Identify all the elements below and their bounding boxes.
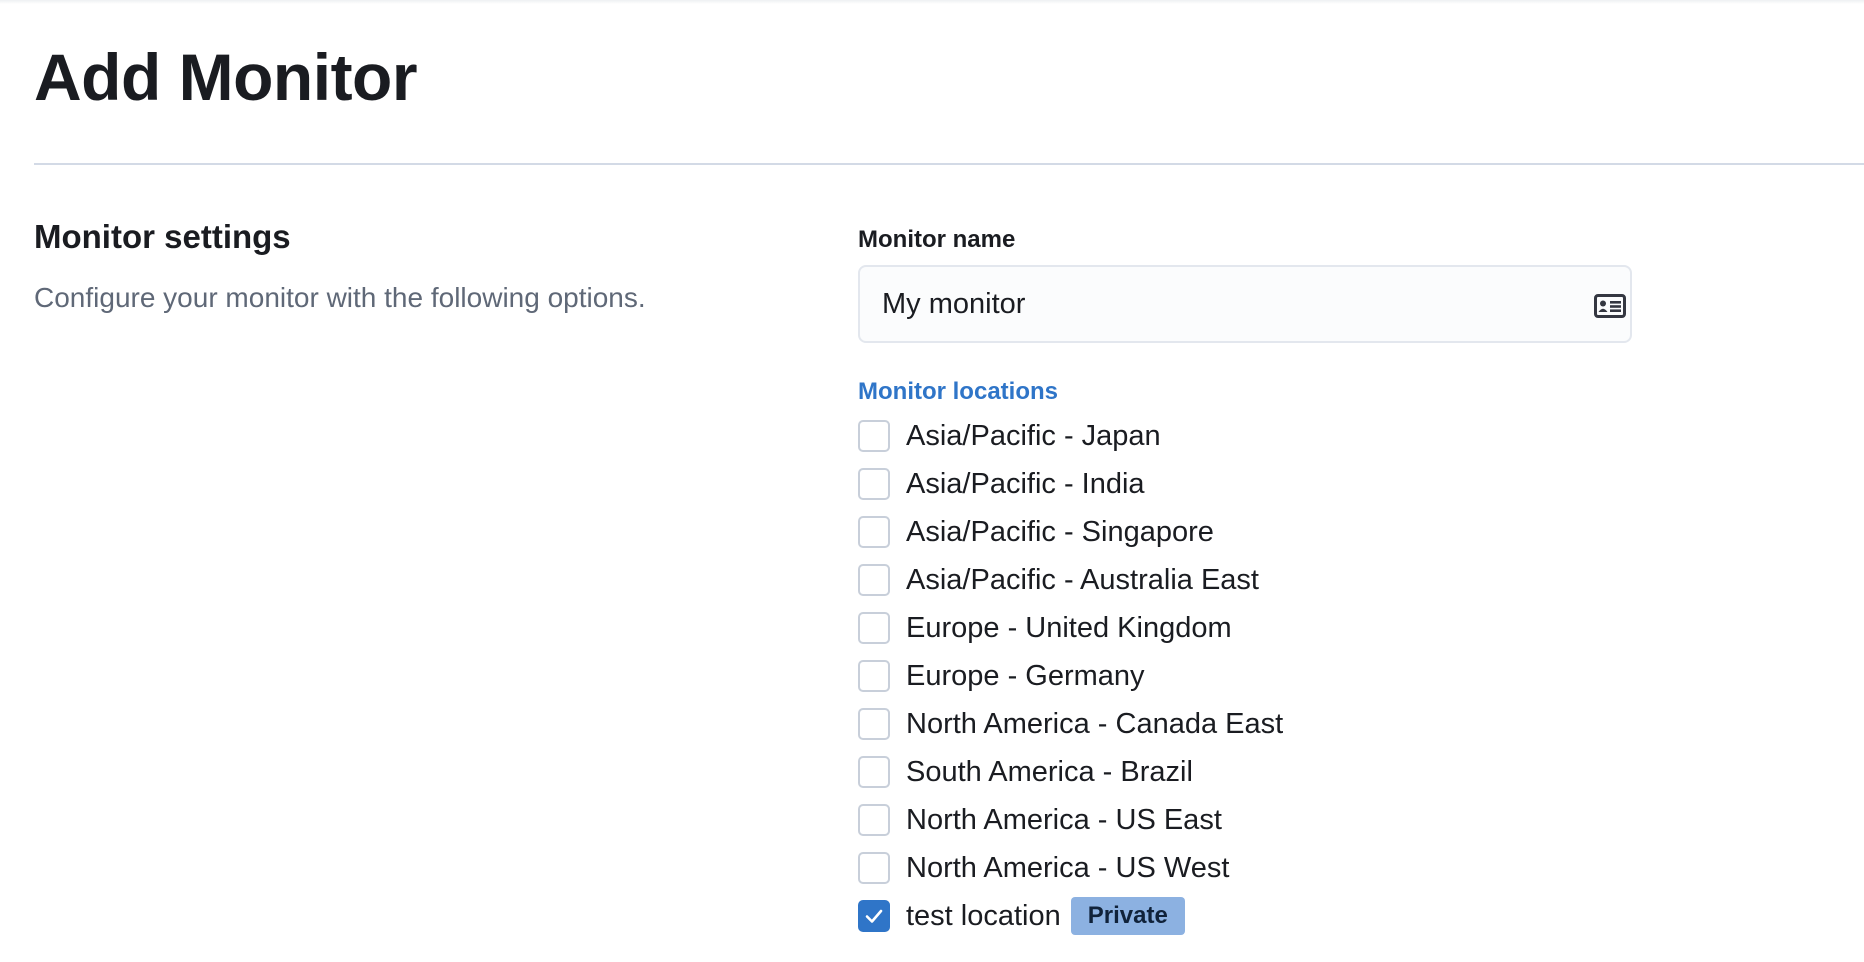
monitor-locations-label: Monitor locations xyxy=(858,378,1058,405)
location-item-japan[interactable]: Asia/Pacific - Japan xyxy=(858,412,1283,460)
location-label: Asia/Pacific - Australia East xyxy=(906,564,1259,596)
location-label: Europe - Germany xyxy=(906,660,1145,692)
monitor-name-input[interactable] xyxy=(882,267,1532,341)
private-badge: Private xyxy=(1070,897,1185,935)
check-icon xyxy=(865,909,883,923)
location-item-us-east[interactable]: North America - US East xyxy=(858,796,1283,844)
location-checkbox[interactable] xyxy=(858,756,890,788)
top-shadow xyxy=(0,0,1864,4)
section-description: Configure your monitor with the followin… xyxy=(34,282,646,313)
location-checkbox[interactable] xyxy=(858,708,890,740)
location-checkbox[interactable] xyxy=(858,660,890,692)
location-checkbox[interactable] xyxy=(858,804,890,836)
location-item-us-west[interactable]: North America - US West xyxy=(858,844,1283,892)
location-label: test location xyxy=(906,900,1061,932)
monitor-locations-list: Asia/Pacific - Japan Asia/Pacific - Indi… xyxy=(858,412,1283,940)
location-item-australia-east[interactable]: Asia/Pacific - Australia East xyxy=(858,556,1283,604)
location-item-test-location[interactable]: test location Private xyxy=(858,892,1283,940)
location-label: North America - US West xyxy=(906,852,1230,884)
location-item-india[interactable]: Asia/Pacific - India xyxy=(858,460,1283,508)
location-item-brazil[interactable]: South America - Brazil xyxy=(858,748,1283,796)
location-label: North America - US East xyxy=(906,804,1222,836)
location-checkbox[interactable] xyxy=(858,612,890,644)
location-item-united-kingdom[interactable]: Europe - United Kingdom xyxy=(858,604,1283,652)
section-title: Monitor settings xyxy=(34,218,291,255)
monitor-name-field[interactable] xyxy=(858,265,1632,343)
location-label: Asia/Pacific - India xyxy=(906,468,1145,500)
location-item-canada-east[interactable]: North America - Canada East xyxy=(858,700,1283,748)
monitor-name-label: Monitor name xyxy=(858,226,1016,253)
id-card-icon xyxy=(1594,294,1626,318)
location-item-singapore[interactable]: Asia/Pacific - Singapore xyxy=(858,508,1283,556)
location-label: North America - Canada East xyxy=(906,708,1284,740)
location-label: Europe - United Kingdom xyxy=(906,612,1232,644)
location-checkbox[interactable] xyxy=(858,564,890,596)
location-checkbox[interactable] xyxy=(858,468,890,500)
location-label: Asia/Pacific - Singapore xyxy=(906,516,1214,548)
location-item-germany[interactable]: Europe - Germany xyxy=(858,652,1283,700)
location-checkbox[interactable] xyxy=(858,420,890,452)
location-label: Asia/Pacific - Japan xyxy=(906,420,1161,452)
location-checkbox[interactable] xyxy=(858,900,890,932)
location-checkbox[interactable] xyxy=(858,516,890,548)
page-title: Add Monitor xyxy=(34,40,418,114)
location-checkbox[interactable] xyxy=(858,852,890,884)
header-divider xyxy=(34,163,1864,165)
location-label: South America - Brazil xyxy=(906,756,1193,788)
